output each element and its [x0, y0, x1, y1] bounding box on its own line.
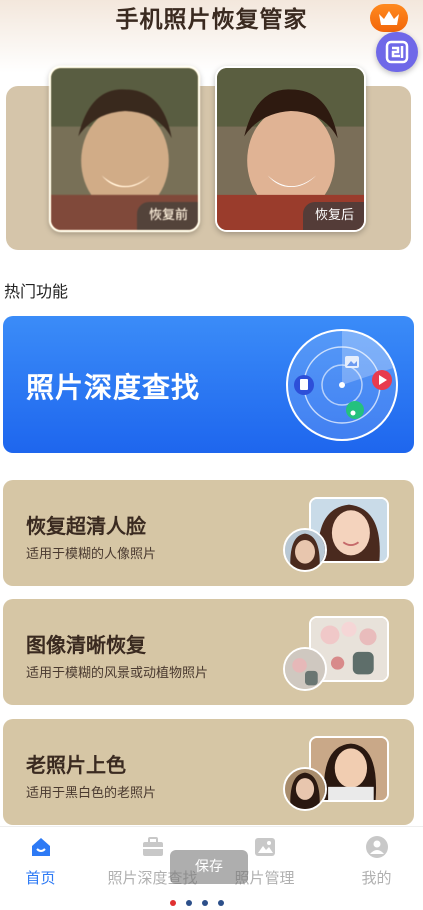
before-label: 恢复前: [136, 202, 198, 230]
after-label: 恢复后: [302, 202, 364, 230]
tab-label: 首页: [25, 869, 56, 887]
profile-icon: [365, 836, 388, 858]
tab-label: 我的: [361, 869, 392, 887]
feature-title: 图像清晰恢复: [26, 633, 146, 657]
vip-button[interactable]: [370, 4, 408, 32]
feature-title: 老照片上色: [26, 753, 126, 777]
tab-home[interactable]: 首页: [0, 835, 93, 888]
scenery-thumbnail-small: [283, 647, 327, 691]
home-icon: [31, 838, 50, 856]
feature-subtitle: 适用于模糊的风景或动植物照片: [26, 666, 209, 681]
page-dot: [186, 900, 192, 906]
page-indicator: [170, 900, 224, 906]
deep-search-card[interactable]: 照片深度查找: [3, 316, 414, 453]
face-thumbnail-small: [283, 528, 327, 572]
radar-icon: [286, 329, 398, 441]
before-photo: 恢复前: [49, 66, 200, 232]
app-logo-icon: [385, 40, 409, 64]
feature-title: 恢复超清人脸: [26, 514, 146, 538]
crown-icon: [379, 11, 399, 25]
feature-subtitle: 适用于模糊的人像照片: [26, 547, 157, 562]
tab-profile[interactable]: 我的: [324, 835, 423, 888]
feature-card-colorize[interactable]: 老照片上色 适用于黑白色的老照片: [3, 719, 414, 825]
section-title: 热门功能: [4, 282, 69, 301]
image-icon: [254, 838, 275, 856]
save-toast: 保存: [170, 850, 248, 884]
floating-assistant-button[interactable]: [376, 32, 418, 72]
feature-card-face[interactable]: 恢复超清人脸 适用于模糊的人像照片: [3, 480, 414, 586]
feature-card-clarity[interactable]: 图像清晰恢复 适用于模糊的风景或动植物照片: [3, 599, 414, 705]
page-dot: [202, 900, 208, 906]
page-dot: [170, 900, 176, 906]
old-photo-thumbnail: [283, 767, 327, 811]
page-dot: [218, 900, 224, 906]
briefcase-icon: [142, 837, 163, 856]
app-title: 手机照片恢复管家: [115, 7, 308, 33]
after-photo: 恢复后: [215, 66, 366, 232]
feature-subtitle: 适用于黑白色的老照片: [26, 786, 157, 801]
deep-search-title: 照片深度查找: [26, 371, 201, 404]
